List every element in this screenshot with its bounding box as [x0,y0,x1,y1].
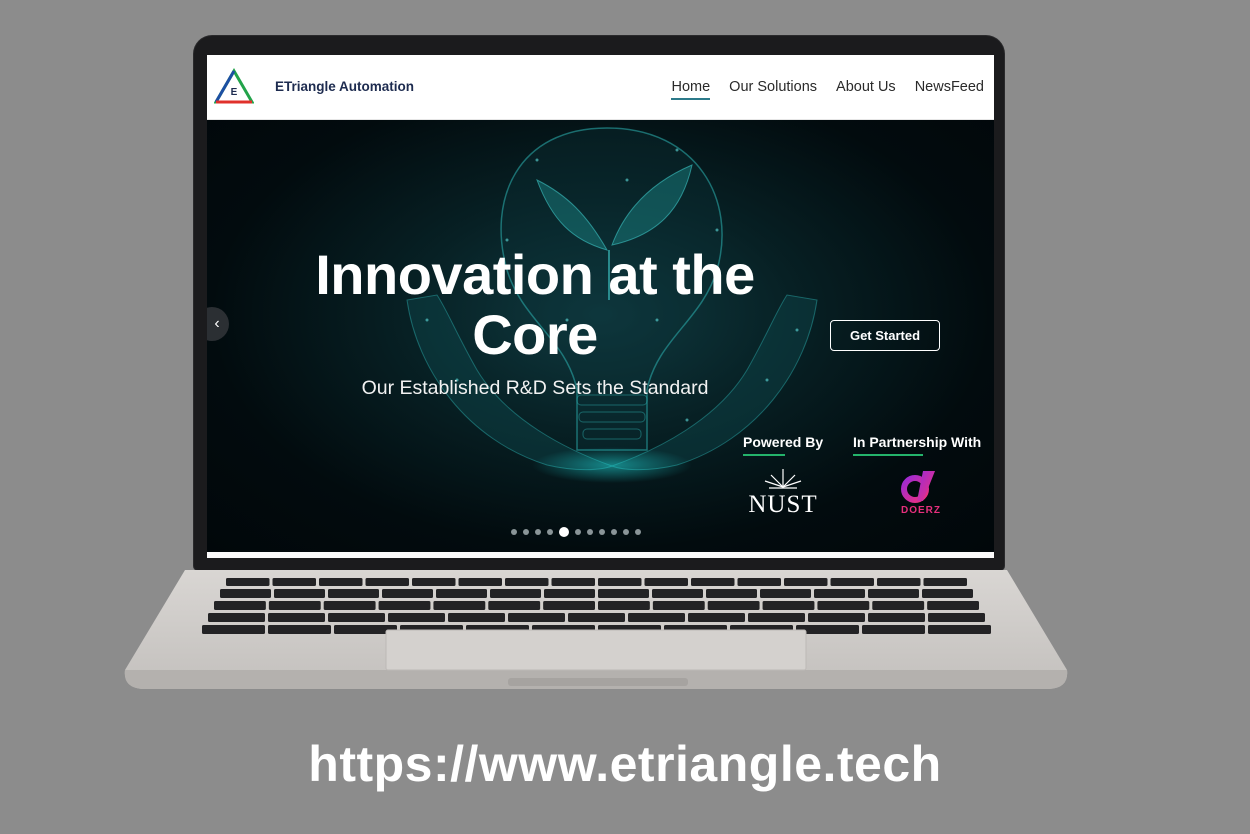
keyboard-key [598,578,642,586]
keyboard-key [652,601,705,610]
keyboard-key [544,589,595,598]
keyboard-key [652,589,703,598]
keyboard-key [505,578,549,586]
hero-subtitle: Our Established R&D Sets the Standard [361,377,709,399]
laptop-base-keyboard [124,570,1068,689]
keyboard-key [508,613,565,622]
keyboard-key [274,589,325,598]
carousel-dot[interactable] [586,529,593,535]
keyboard-key [814,589,865,598]
keyboard-key [551,578,595,586]
keyboard-key [862,625,925,634]
keyboard-key [691,578,735,586]
keyboard-key [328,613,385,622]
carousel-dot[interactable] [558,527,569,537]
keyboard-key [628,613,685,622]
keyboard-key [830,578,874,586]
carousel-dot[interactable] [546,529,553,535]
doerz-mark-icon [901,471,935,503]
carousel-indicators [207,527,994,537]
nav-link-newsfeed[interactable]: NewsFeed [915,79,984,100]
carousel-dot[interactable] [622,529,629,535]
keyboard-key [928,613,985,622]
brand-name[interactable]: ETriangle Automation [275,79,414,94]
carousel-dot[interactable] [510,529,517,535]
keyboard-key [328,589,379,598]
nav-link-home[interactable]: Home [671,79,711,100]
carousel-dot[interactable] [522,529,529,535]
keyboard-key [488,601,541,610]
nust-emblem-icon [764,469,802,489]
doerz-logo[interactable]: DOERZ [895,467,947,519]
keyboard-key [226,578,270,586]
keyboard-key [868,613,925,622]
carousel-dot[interactable] [634,529,641,535]
keyboard-key [323,601,376,610]
keyboard-key [319,578,363,586]
get-started-button[interactable]: Get Started [830,320,940,351]
keyboard-key [448,613,505,622]
site-url[interactable]: https://www.etriangle.tech [0,735,1250,793]
keyboard-key [877,578,921,586]
keyboard-key [365,578,409,586]
keyboard-key [928,625,991,634]
powered-by-label: Powered By [743,434,823,456]
keyboard-key [760,589,811,598]
keyboard-key [490,589,541,598]
carousel-dot[interactable] [574,529,581,535]
nav-links: Home Our Solutions About Us NewsFeed [671,79,984,100]
keyboard-key [272,578,316,586]
keyboard-key [598,601,650,610]
logo-letter: E [231,87,238,98]
keyboard-key [762,601,815,610]
carousel-dot[interactable] [598,529,605,535]
keyboard-key [412,578,456,586]
keyboard-key [220,589,271,598]
keyboard-key [737,578,781,586]
keyboard-key [388,613,445,622]
keyboard-key [872,601,925,610]
keyboard-key [378,601,431,610]
carousel-dot[interactable] [534,529,541,535]
laptop-screen: E ETriangle Automation Home Our Solution… [207,55,994,558]
nav-link-our-solutions[interactable]: Our Solutions [729,79,817,100]
keyboard-key [458,578,502,586]
hero-carousel: Innovation at the Core Our Established R… [207,120,994,552]
keyboard-key [817,601,870,610]
hero-title: Innovation at the Core [315,243,755,366]
keyboard-key [214,601,266,610]
etriangle-logo[interactable]: E [214,67,254,105]
keyboard-key [568,613,625,622]
keyboard-key [784,578,828,586]
keyboard-key [208,613,265,622]
keyboard-key [268,613,325,622]
keyboard-key [707,601,760,610]
keyboard-key [202,625,265,634]
keyboard-key [598,589,649,598]
keyboard-key [436,589,487,598]
navbar: E ETriangle Automation Home Our Solution… [207,55,994,120]
doerz-wordmark: DOERZ [901,505,941,516]
keyboard-key [808,613,865,622]
carousel-dot[interactable] [610,529,617,535]
keyboard-key [748,613,805,622]
keyboard-key [688,613,745,622]
page-footer-strip [207,552,994,558]
keyboard-key [268,601,321,610]
keyboard-key [382,589,433,598]
nust-wordmark: NUST [748,491,818,518]
keyboard-key [923,578,967,586]
keyboard-key [268,625,331,634]
keyboard-key [644,578,688,586]
keyboard-key [868,589,919,598]
keyboard-key [433,601,486,610]
nust-logo[interactable]: NUST [739,467,827,518]
keyboard-key [543,601,595,610]
partnership-label: In Partnership With [853,434,981,456]
keyboard-key [927,601,979,610]
keyboard-key [922,589,973,598]
nav-link-about-us[interactable]: About Us [836,79,896,100]
keyboard-key [706,589,757,598]
